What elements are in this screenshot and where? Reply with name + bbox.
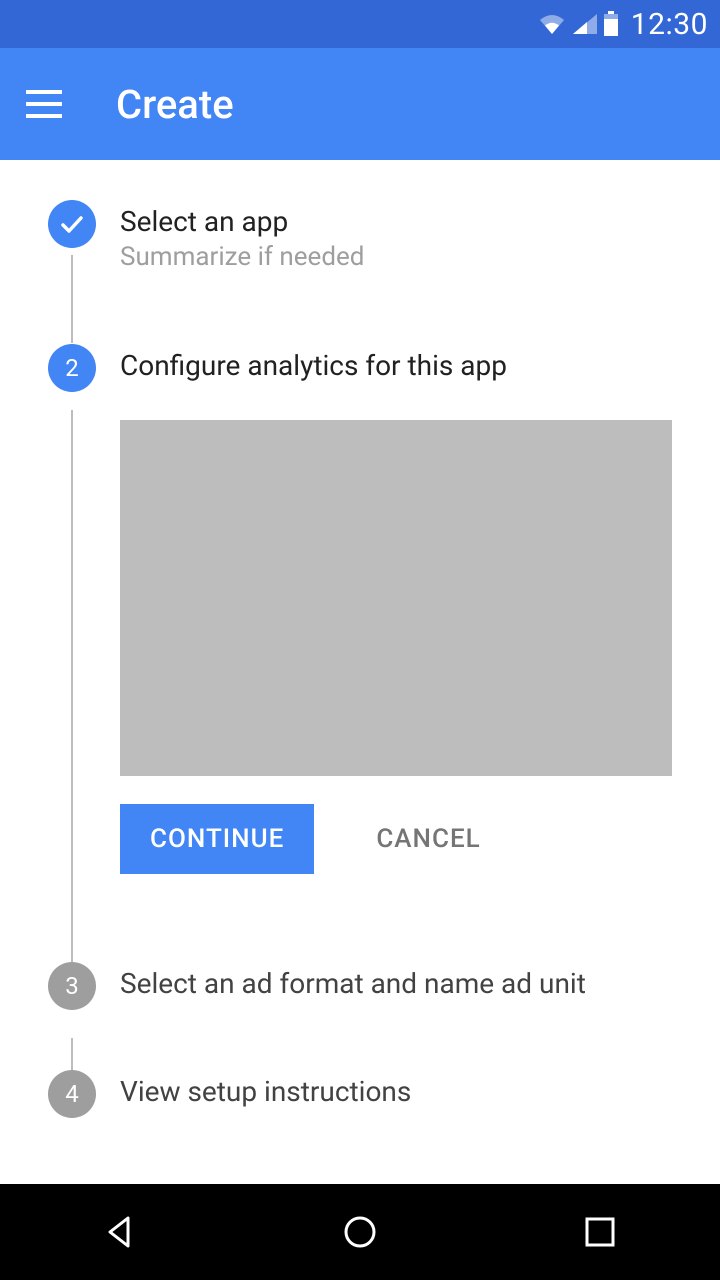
check-icon [48,200,96,248]
app-bar: Create [0,48,720,160]
cancel-button[interactable]: CANCEL [346,804,510,874]
step-connector [71,410,73,970]
step-active-body: CONTINUE CANCEL [120,420,672,874]
vertical-stepper: Select an app Summarize if needed 2 Conf… [48,200,672,1118]
step-number-badge: 3 [48,962,96,1010]
stepper-content: Select an app Summarize if needed 2 Conf… [0,160,720,1184]
back-button[interactable] [92,1204,148,1260]
status-bar: 12:30 [0,0,720,48]
step-number-badge: 4 [48,1070,96,1118]
home-button[interactable] [332,1204,388,1260]
status-icons [537,11,619,37]
step-subtitle: Summarize if needed [120,242,364,272]
battery-icon [603,11,619,37]
step-title: View setup instructions [120,1074,411,1110]
cell-signal-icon [571,12,599,36]
continue-button[interactable]: CONTINUE [120,804,314,874]
step-title: Select an app [120,204,364,240]
step-connector [71,255,73,343]
step-actions: CONTINUE CANCEL [120,804,672,874]
page-title: Create [116,81,234,128]
system-nav-bar [0,1184,720,1280]
status-time: 12:30 [631,7,708,42]
recent-apps-button[interactable] [572,1204,628,1260]
step-title: Select an ad format and name ad unit [120,966,586,1002]
step-view-instructions[interactable]: 4 View setup instructions [48,1070,672,1118]
step-title: Configure analytics for this app [120,348,507,384]
step-select-ad-format[interactable]: 3 Select an ad format and name ad unit [48,962,672,1010]
menu-icon[interactable] [24,84,64,124]
content-placeholder [120,420,672,776]
step-select-app[interactable]: Select an app Summarize if needed [48,200,672,272]
wifi-icon [537,12,567,36]
step-number-badge: 2 [48,344,96,392]
step-configure-analytics[interactable]: 2 Configure analytics for this app [48,344,672,392]
